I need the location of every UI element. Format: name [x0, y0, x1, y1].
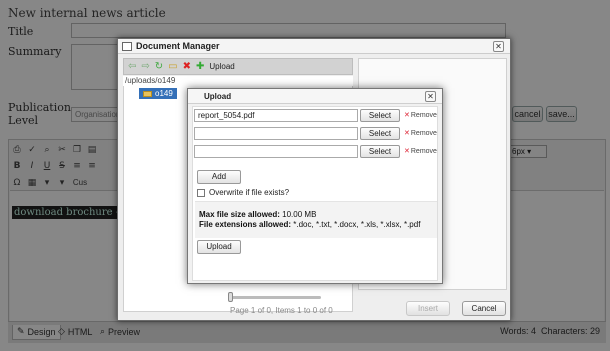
select-button-2[interactable]: Select: [360, 127, 400, 140]
upload-close-icon[interactable]: ✕: [425, 91, 436, 102]
overwrite-row: Overwrite if file exists?: [197, 188, 289, 197]
refresh-icon[interactable]: ↻: [155, 61, 163, 73]
forward-arrow-icon[interactable]: ⇨: [141, 61, 149, 73]
upload-title: Upload: [204, 92, 232, 101]
overwrite-checkbox[interactable]: [197, 188, 205, 197]
remove-link-3[interactable]: ✕ Remove: [404, 145, 437, 158]
pager: [211, 292, 351, 302]
pager-info: Page 1 of 0, Items 1 to 0 of 0: [230, 306, 333, 315]
extensions-label: File extensions allowed:: [199, 220, 292, 229]
remove-x-icon: ✕: [404, 129, 410, 137]
folder-name: o149: [155, 89, 173, 98]
remove-link-1[interactable]: ✕ Remove: [404, 109, 437, 122]
dm-cancel-button[interactable]: Cancel: [462, 301, 506, 316]
file-input-2[interactable]: [194, 127, 358, 140]
select-button-3[interactable]: Select: [360, 145, 400, 158]
select-button-1[interactable]: Select: [360, 109, 400, 122]
max-size-label: Max file size allowed:: [199, 210, 280, 219]
add-button[interactable]: Add: [197, 170, 241, 184]
document-manager-title: Document Manager: [136, 41, 220, 51]
remove-label: Remove: [410, 112, 437, 119]
folder-tree-item[interactable]: o149: [139, 88, 177, 99]
max-size-value: 10.00 MB: [282, 210, 317, 219]
folder-icon: [143, 90, 152, 97]
remove-label: Remove: [410, 148, 437, 155]
upload-body: report_5054.pdf Select ✕ Remove Select ✕…: [192, 106, 438, 281]
document-manager-close-icon[interactable]: ✕: [493, 41, 504, 52]
upload-icon[interactable]: ✚: [196, 61, 204, 73]
upload-titlebar: Upload ✕: [188, 89, 442, 104]
remove-link-2[interactable]: ✕ Remove: [404, 127, 437, 140]
remove-label: Remove: [410, 130, 437, 137]
max-size-line: Max file size allowed: 10.00 MB: [199, 210, 433, 220]
remove-x-icon: ✕: [404, 147, 410, 155]
upload-dialog: Upload ✕ report_5054.pdf Select ✕ Remove…: [187, 88, 443, 284]
document-manager-titlebar: Document Manager ✕: [118, 39, 510, 54]
back-arrow-icon[interactable]: ⇦: [128, 61, 136, 73]
extensions-line: File extensions allowed: *.doc, *.txt, *…: [199, 220, 433, 230]
extensions-value: *.doc, *.txt, *.docx, *.xls, *.xlsx, *.p…: [293, 220, 421, 229]
file-input-3[interactable]: [194, 145, 358, 158]
overwrite-label[interactable]: Overwrite if file exists?: [209, 188, 289, 197]
document-manager-toolbar: ⇦ ⇨ ↻ ▭ ✖ ✚ Upload: [123, 58, 353, 75]
delete-icon[interactable]: ✖: [183, 61, 191, 73]
remove-x-icon: ✕: [404, 111, 410, 119]
insert-button[interactable]: Insert: [406, 301, 450, 316]
upload-submit-button[interactable]: Upload: [197, 240, 241, 254]
new-folder-icon[interactable]: ▭: [168, 61, 177, 73]
current-path: /uploads/o149: [123, 76, 353, 86]
pager-track[interactable]: [231, 296, 321, 299]
window-app-icon: [122, 42, 132, 51]
upload-toolbar-label[interactable]: Upload: [209, 62, 234, 71]
file-input-1[interactable]: report_5054.pdf: [194, 109, 358, 122]
pager-thumb[interactable]: [228, 292, 233, 302]
upload-info-panel: Max file size allowed: 10.00 MB File ext…: [195, 201, 437, 238]
